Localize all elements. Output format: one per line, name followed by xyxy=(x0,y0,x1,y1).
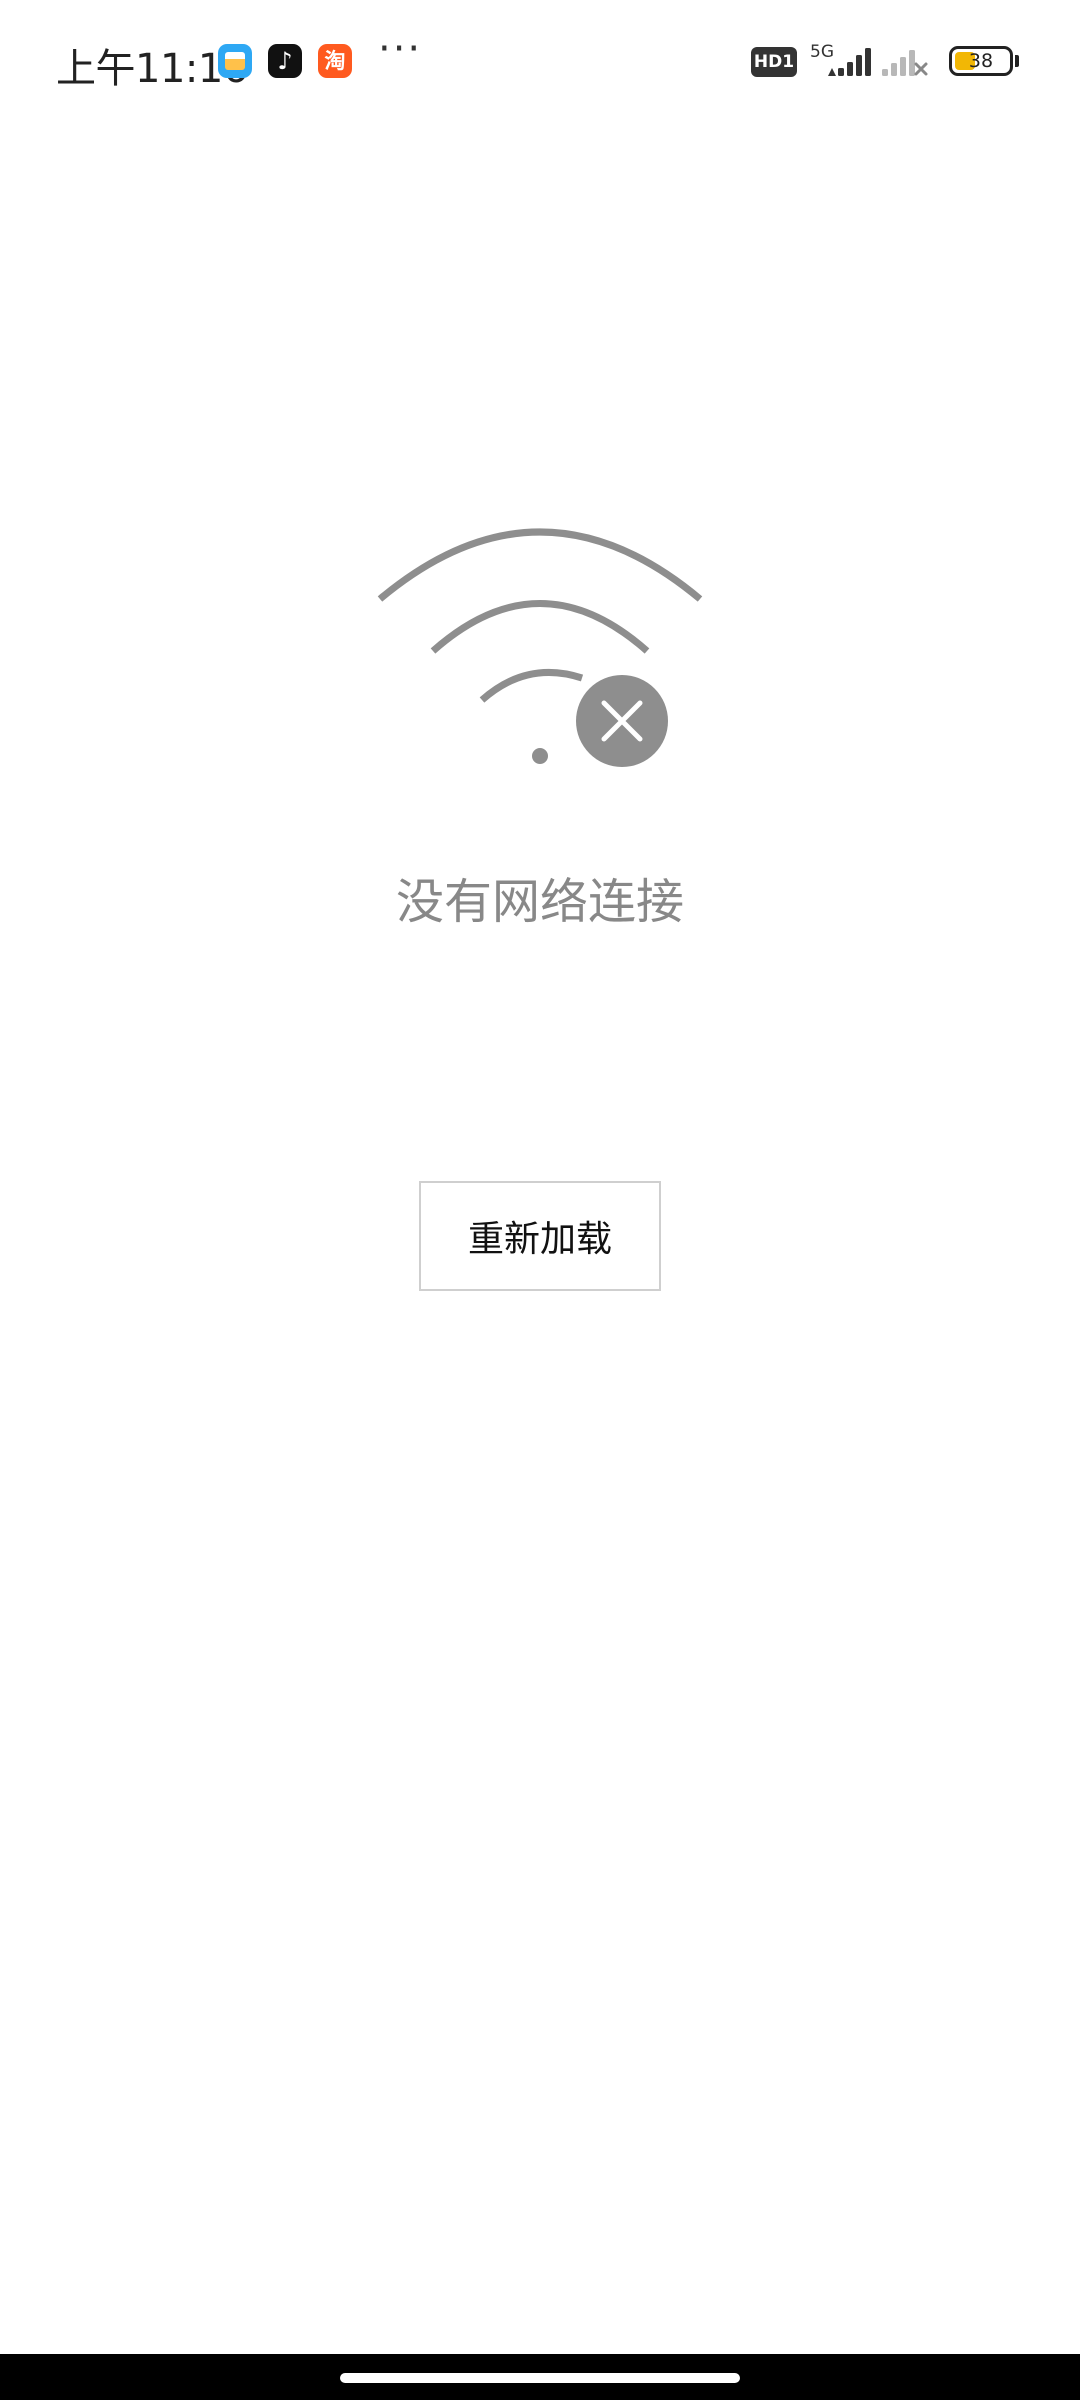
status-bar: 上午11:16 ♪ 淘 ··· HD1 5G 38 xyxy=(0,0,1080,124)
battery-level: 38 xyxy=(968,50,994,72)
tiktok-app-icon: ♪ xyxy=(268,44,302,78)
signal-strength-icon xyxy=(828,48,871,76)
more-notifications-icon: ··· xyxy=(378,26,423,72)
no-network-message: 没有网络连接 xyxy=(395,874,684,930)
battery-cap xyxy=(1015,55,1019,67)
reload-button[interactable]: 重新加载 xyxy=(419,1181,661,1291)
signal-no-service-icon xyxy=(882,50,928,76)
no-wifi-icon xyxy=(377,528,703,767)
calendar-app-icon xyxy=(218,44,252,78)
battery-icon: 38 xyxy=(949,46,1013,76)
home-indicator[interactable] xyxy=(340,2373,740,2383)
hd-voice-badge: HD1 xyxy=(751,47,797,77)
taobao-app-icon: 淘 xyxy=(318,44,352,78)
